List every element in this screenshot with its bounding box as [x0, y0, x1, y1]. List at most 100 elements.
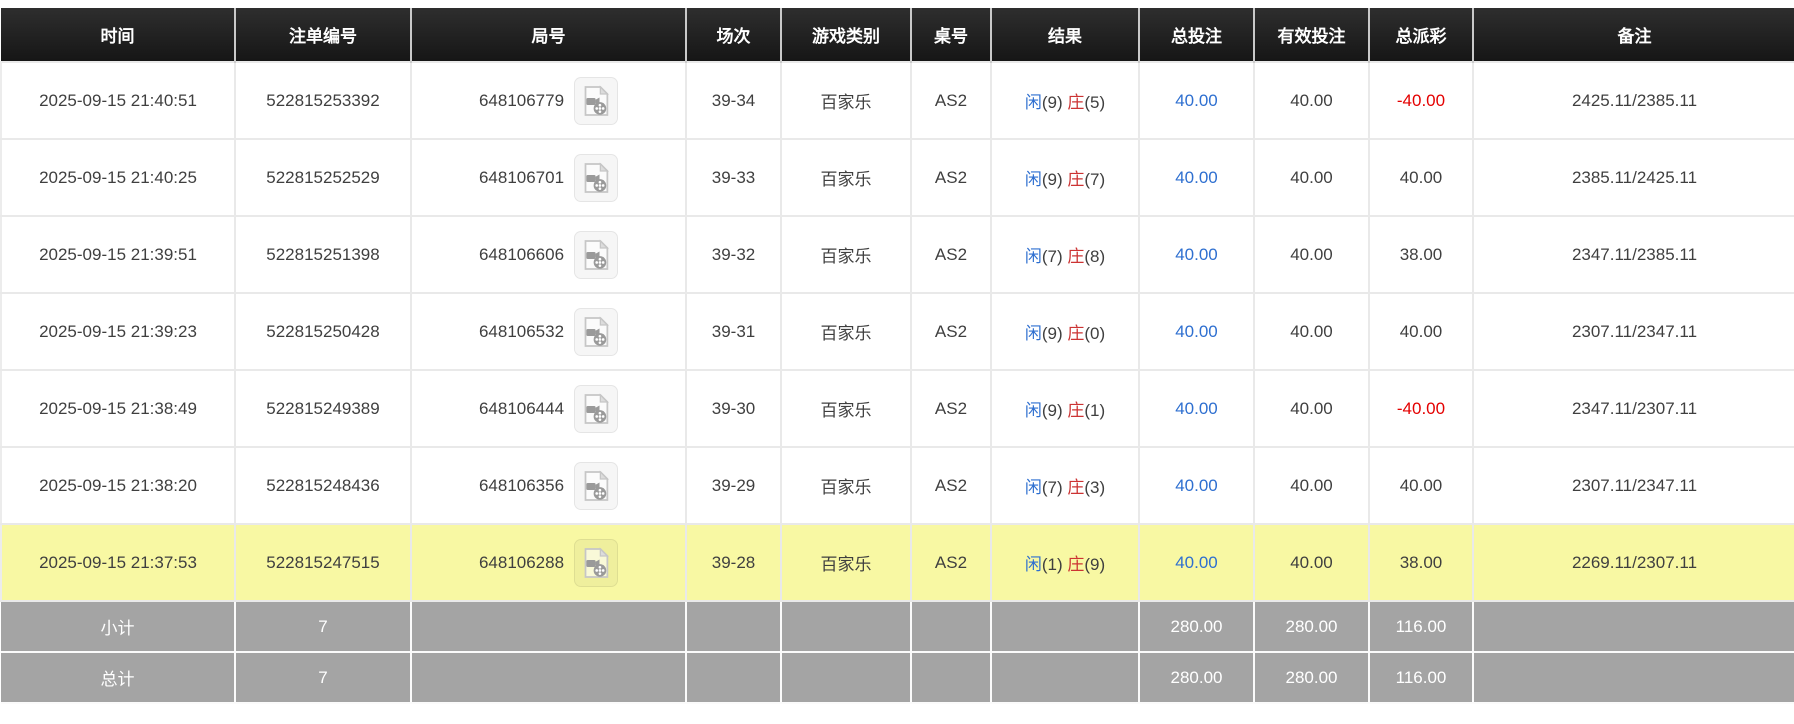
cell-valid-bet: 40.00: [1253, 446, 1370, 525]
round-id-with-replay: 648106356: [413, 461, 684, 510]
summary-valid-bet: 280.00: [1253, 600, 1370, 653]
cell-result: 闲(7) 庄(8): [990, 215, 1140, 294]
replay-video-button[interactable]: [574, 461, 619, 510]
video-replay-icon: [584, 238, 610, 270]
cell-bet-id: 522815252529: [234, 138, 412, 217]
cell-payout: 38.00: [1368, 523, 1474, 602]
summary-empty-session: [685, 651, 782, 704]
summary-total-bet: 280.00: [1138, 651, 1255, 704]
cell-result: 闲(9) 庄(0): [990, 292, 1140, 371]
result-banker-score: (7): [1084, 170, 1106, 189]
cell-session: 39-32: [685, 215, 782, 294]
cell-table-no: AS2: [910, 523, 992, 602]
cell-round-id: 648106779: [410, 61, 687, 140]
result-player-label: 闲: [1024, 247, 1042, 266]
total-bet-value: 40.00: [1175, 244, 1218, 264]
col-header-remark: 备注: [1472, 8, 1794, 62]
result-banker-label: 庄: [1067, 170, 1085, 189]
table-header: 时间 注单编号 局号 场次 游戏类别 桌号 结果 总投注 有效投注 总派彩 备注: [1, 8, 1794, 62]
table-row[interactable]: 2025-09-15 21:40:25 522815252529 648106701…: [0, 138, 1794, 217]
cell-table-no: AS2: [910, 446, 992, 525]
col-header-valid-bet: 有效投注: [1253, 8, 1370, 62]
payout-value: -40.00: [1396, 398, 1446, 418]
cell-session: 39-30: [685, 369, 782, 448]
table-row[interactable]: 2025-09-15 21:40:51 522815253392 648106779…: [0, 61, 1794, 140]
col-header-total-bet: 总投注: [1138, 8, 1255, 62]
cell-session: 39-31: [685, 292, 782, 371]
cell-total-bet: 40.00: [1138, 523, 1255, 602]
cell-time: 2025-09-15 21:39:23: [0, 292, 236, 371]
cell-payout: 40.00: [1368, 292, 1474, 371]
replay-video-button[interactable]: [574, 230, 619, 279]
result-player-score: (9): [1041, 324, 1068, 343]
round-id-with-replay: 648106444: [413, 384, 684, 433]
cell-time: 2025-09-15 21:38:49: [0, 369, 236, 448]
replay-video-button[interactable]: [574, 76, 619, 125]
total-bet-value: 40.00: [1175, 167, 1218, 187]
result-player-label: 闲: [1024, 478, 1042, 497]
cell-valid-bet: 40.00: [1253, 138, 1370, 217]
cell-time: 2025-09-15 21:39:51: [0, 215, 236, 294]
table-row[interactable]: 2025-09-15 21:39:23 522815250428 648106532…: [0, 292, 1794, 371]
summary-empty-game-type: [780, 600, 912, 653]
cell-result: 闲(9) 庄(1): [990, 369, 1140, 448]
cell-round-id: 648106288: [410, 523, 687, 602]
summary-total-bet: 280.00: [1138, 600, 1255, 653]
result-banker-score: (5): [1084, 93, 1106, 112]
result-player-score: (9): [1041, 93, 1068, 112]
cell-round-id: 648106701: [410, 138, 687, 217]
cell-result: 闲(1) 庄(9): [990, 523, 1140, 602]
cell-total-bet: 40.00: [1138, 61, 1255, 140]
cell-payout: 40.00: [1368, 138, 1474, 217]
replay-video-button[interactable]: [574, 538, 619, 587]
cell-game-type: 百家乐: [780, 523, 912, 602]
subtotal-row: 小计 7 280.00 280.00 116.00: [1, 600, 1794, 653]
cell-bet-id: 522815251398: [234, 215, 412, 294]
round-id-text: 648106288: [478, 552, 565, 572]
round-id-text: 648106701: [478, 167, 565, 187]
cell-payout: -40.00: [1368, 369, 1474, 448]
cell-bet-id: 522815249389: [234, 369, 412, 448]
cell-total-bet: 40.00: [1138, 215, 1255, 294]
replay-video-button[interactable]: [574, 307, 619, 356]
result-player-label: 闲: [1024, 170, 1042, 189]
round-id-text: 648106606: [478, 244, 565, 264]
replay-video-button[interactable]: [574, 384, 619, 433]
table-row[interactable]: 2025-09-15 21:37:53 522815247515 648106288…: [0, 523, 1794, 602]
cell-result: 闲(9) 庄(7): [990, 138, 1140, 217]
result-banker-label: 庄: [1067, 401, 1085, 420]
result-banker-score: (9): [1084, 555, 1106, 574]
cell-valid-bet: 40.00: [1253, 61, 1370, 140]
cell-remark: 2307.11/2347.11: [1472, 292, 1794, 371]
summary-empty-game-type: [780, 651, 912, 704]
result-banker-label: 庄: [1067, 324, 1085, 343]
cell-session: 39-33: [685, 138, 782, 217]
cell-round-id: 648106606: [410, 215, 687, 294]
table-row[interactable]: 2025-09-15 21:38:49 522815249389 648106444…: [0, 369, 1794, 448]
col-header-round-id: 局号: [410, 8, 687, 62]
result-player-score: (9): [1041, 401, 1068, 420]
col-header-game-type: 游戏类别: [780, 8, 912, 62]
cell-valid-bet: 40.00: [1253, 369, 1370, 448]
result-banker-score: (8): [1084, 247, 1106, 266]
video-replay-icon: [584, 392, 610, 424]
summary-empty-remark: [1472, 600, 1794, 653]
result-banker-label: 庄: [1067, 478, 1085, 497]
cell-game-type: 百家乐: [780, 138, 912, 217]
table-row[interactable]: 2025-09-15 21:38:20 522815248436 648106356…: [0, 446, 1794, 525]
round-id-text: 648106532: [478, 321, 565, 341]
total-bet-value: 40.00: [1175, 475, 1218, 495]
replay-video-button[interactable]: [574, 153, 619, 202]
cell-bet-id: 522815248436: [234, 446, 412, 525]
table-row[interactable]: 2025-09-15 21:39:51 522815251398 648106606…: [0, 215, 1794, 294]
grand-total-row: 总计 7 280.00 280.00 116.00: [1, 651, 1794, 704]
result-banker-score: (1): [1084, 401, 1106, 420]
cell-result: 闲(7) 庄(3): [990, 446, 1140, 525]
cell-remark: 2269.11/2307.11: [1472, 523, 1794, 602]
video-replay-icon: [584, 315, 610, 347]
cell-game-type: 百家乐: [780, 61, 912, 140]
col-header-table-no: 桌号: [910, 8, 992, 62]
payout-value: 38.00: [1399, 552, 1443, 572]
cell-payout: 40.00: [1368, 446, 1474, 525]
round-id-with-replay: 648106779: [413, 76, 684, 125]
